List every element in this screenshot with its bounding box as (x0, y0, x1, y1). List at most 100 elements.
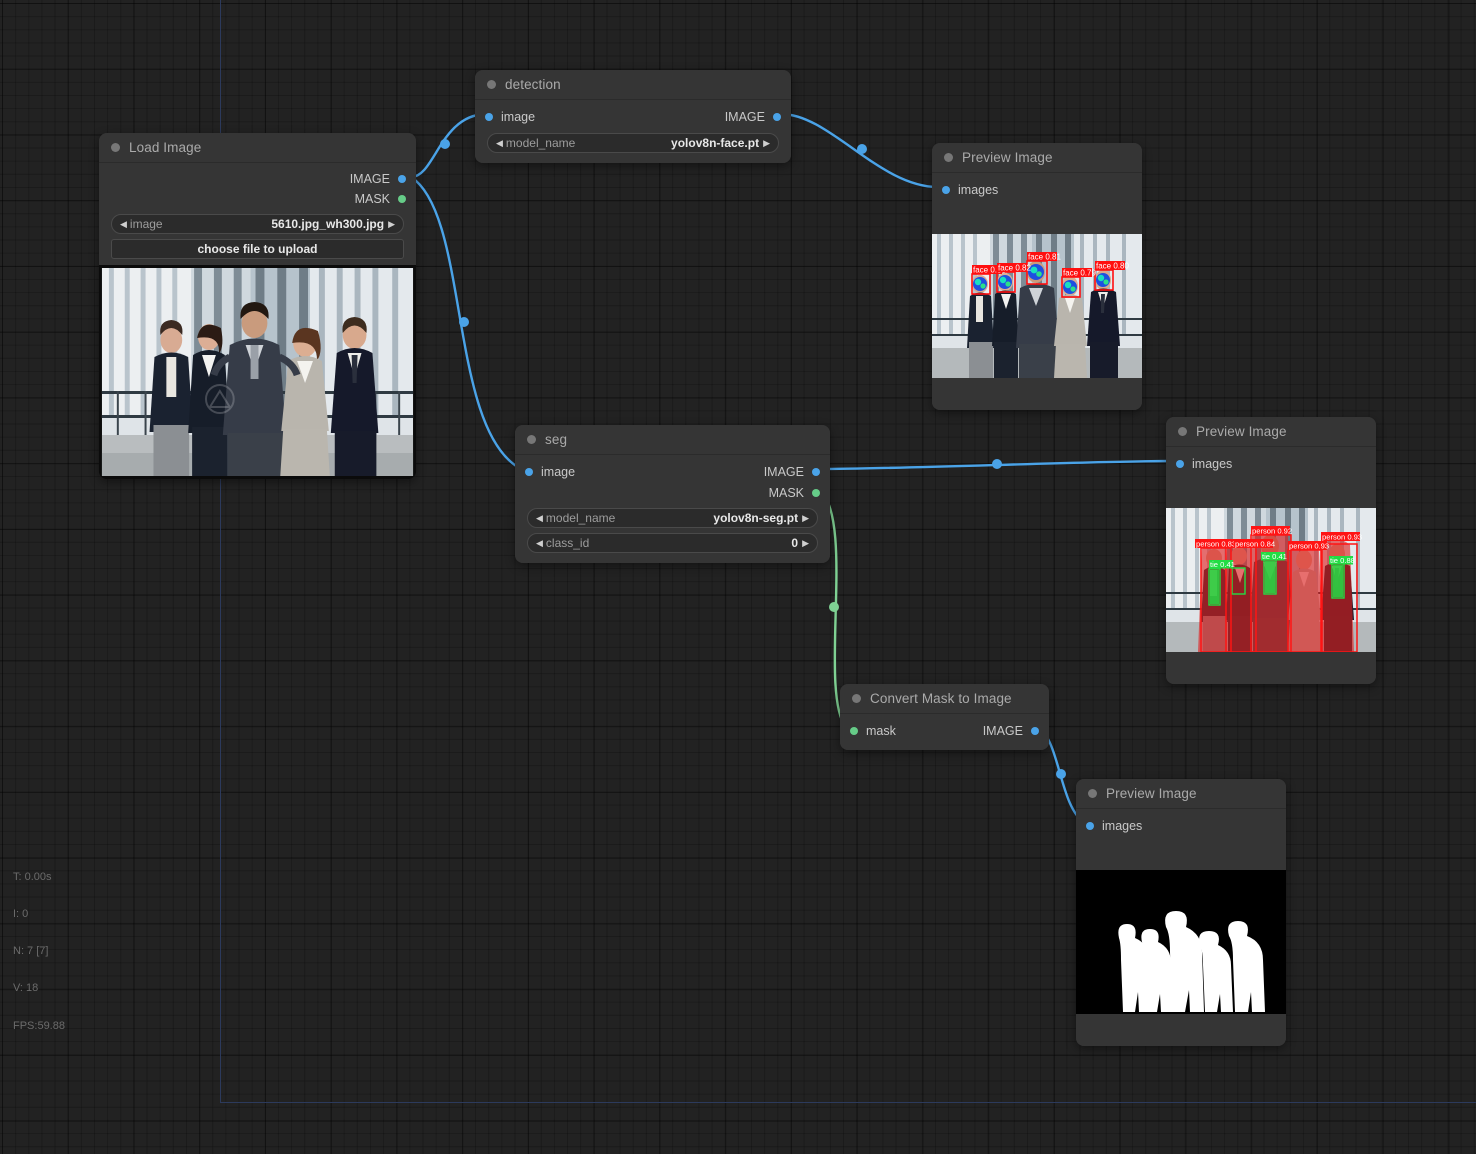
widget-name: image (129, 217, 163, 231)
node-load-image[interactable]: Load Image IMAGE MASK ◀ image 5610.jpg_w… (99, 133, 416, 479)
node-titlebar[interactable]: Convert Mask to Image (840, 684, 1049, 714)
load-image-preview (99, 265, 416, 479)
slot-label: mask (866, 724, 896, 738)
node-title-text: Convert Mask to Image (870, 691, 1012, 706)
node-preview-image-seg[interactable]: Preview Image images person 0.83 person … (1166, 417, 1376, 684)
node-titlebar[interactable]: Preview Image (1076, 779, 1286, 809)
widget-value: yolov8n-seg.pt (713, 511, 799, 525)
widget-value: 0 (791, 536, 799, 550)
slot-row-images[interactable]: images (932, 179, 1142, 201)
choose-file-button[interactable]: choose file to upload (111, 239, 404, 259)
output-slot-image[interactable]: IMAGE (99, 169, 416, 189)
chevron-right-icon[interactable]: ▶ (802, 513, 809, 523)
slot-label: images (1102, 819, 1143, 833)
port-images-in[interactable] (1176, 460, 1184, 468)
widget-name: model_name (505, 136, 576, 150)
widget-value: 5610.jpg_wh300.jpg (271, 217, 385, 231)
status-fps: FPS:59.88 (13, 1019, 65, 1032)
node-preview-image-mask[interactable]: Preview Image images (1076, 779, 1286, 1046)
chevron-left-icon[interactable]: ◀ (536, 538, 543, 548)
port-mask-in[interactable] (850, 727, 858, 735)
chevron-left-icon[interactable]: ◀ (496, 138, 503, 148)
node-title-text: detection (505, 77, 561, 92)
node-preview-image-faces[interactable]: Preview Image images face 0.83 face 0.82… (932, 143, 1142, 410)
status-nodes: N: 7 [7] (13, 945, 49, 958)
detection-label: person 0.93 (1289, 541, 1329, 550)
node-title-text: Preview Image (1106, 786, 1197, 801)
slot-row-image[interactable]: image IMAGE (475, 106, 791, 128)
slot-label: image (541, 465, 576, 479)
slot-row-images[interactable]: images (1166, 453, 1376, 475)
detection-label: face 0.81 (1028, 253, 1061, 262)
detection-label: person 0.92 (1252, 526, 1292, 535)
preview-footer (932, 378, 1142, 410)
chevron-right-icon[interactable]: ▶ (802, 538, 809, 548)
port-images-in[interactable] (942, 186, 950, 194)
widget-model-name-combo[interactable]: ◀ model_name yolov8n-face.pt ▶ (487, 133, 779, 153)
port-image-out[interactable] (773, 113, 781, 121)
port-mask-out[interactable] (398, 195, 406, 203)
collapse-dot-icon[interactable] (111, 143, 120, 152)
slot-label: images (958, 183, 999, 197)
preview-faces-image: face 0.83 face 0.82 face 0.81 face 0.79 … (932, 234, 1142, 378)
widget-model-name-combo[interactable]: ◀ model_name yolov8n-seg.pt ▶ (527, 508, 818, 528)
slot-label: IMAGE (982, 724, 1023, 738)
widget-class-id-number[interactable]: ◀ class_id 0 ▶ (527, 533, 818, 553)
node-titlebar[interactable]: Preview Image (932, 143, 1142, 173)
detection-label: face 0.82 (998, 264, 1031, 273)
node-titlebar[interactable]: Preview Image (1166, 417, 1376, 447)
collapse-dot-icon[interactable] (1178, 427, 1187, 436)
chevron-right-icon[interactable]: ▶ (388, 219, 395, 229)
preview-seg-image: person 0.83 person 0.84 person 0.92 pers… (1166, 508, 1376, 652)
slot-row-image[interactable]: image IMAGE (515, 461, 830, 483)
port-image-in[interactable] (485, 113, 493, 121)
port-image-in[interactable] (525, 468, 533, 476)
chevron-left-icon[interactable]: ◀ (536, 513, 543, 523)
detection-label: face 0.80 (1096, 262, 1129, 271)
preview-footer (1076, 1014, 1286, 1046)
output-slot-mask[interactable]: MASK (99, 189, 416, 209)
collapse-dot-icon[interactable] (487, 80, 496, 89)
detection-label: face 0.79 (1063, 269, 1096, 278)
port-images-in[interactable] (1086, 822, 1094, 830)
widget-value: yolov8n-face.pt (671, 136, 760, 150)
status-iterations: I: 0 (13, 908, 29, 921)
port-mask-out[interactable] (812, 489, 820, 497)
status-vertices: V: 18 (13, 982, 39, 995)
status-time: T: 0.00s (13, 870, 52, 883)
node-title-text: Preview Image (1196, 424, 1287, 439)
preview-footer (1166, 652, 1376, 684)
slot-label: IMAGE (349, 172, 390, 186)
port-image-out[interactable] (812, 468, 820, 476)
node-convert-mask-to-image[interactable]: Convert Mask to Image mask IMAGE (840, 684, 1049, 750)
collapse-dot-icon[interactable] (527, 435, 536, 444)
chevron-left-icon[interactable]: ◀ (120, 219, 127, 229)
slot-row-images[interactable]: images (1076, 815, 1286, 837)
port-image-out[interactable] (398, 175, 406, 183)
node-seg[interactable]: seg image IMAGE MASK ◀ model_name yolov8… (515, 425, 830, 563)
slot-row-mask[interactable]: mask IMAGE (840, 720, 1049, 742)
node-titlebar[interactable]: Load Image (99, 133, 416, 163)
slot-row-mask[interactable]: MASK (515, 483, 830, 503)
slot-label: images (1192, 457, 1233, 471)
collapse-dot-icon[interactable] (944, 153, 953, 162)
collapse-dot-icon[interactable] (852, 694, 861, 703)
node-detection[interactable]: detection image IMAGE ◀ model_name yolov… (475, 70, 791, 163)
node-title-text: Preview Image (962, 150, 1053, 165)
chevron-right-icon[interactable]: ▶ (763, 138, 770, 148)
graph-status-readout: T: 0.00s I: 0 N: 7 [7] V: 18 FPS:59.88 (13, 846, 65, 1044)
widget-image-combo[interactable]: ◀ image 5610.jpg_wh300.jpg ▶ (111, 214, 404, 234)
node-titlebar[interactable]: seg (515, 425, 830, 455)
slot-label: IMAGE (724, 110, 765, 124)
slot-label: MASK (354, 192, 390, 206)
node-titlebar[interactable]: detection (475, 70, 791, 100)
slot-label: image (501, 110, 536, 124)
detection-label: tie 0.88 (1330, 556, 1355, 565)
detection-label: person 0.83 (1196, 539, 1236, 548)
node-title-text: Load Image (129, 140, 202, 155)
detection-label: person 0.93 (1322, 532, 1362, 541)
port-image-out[interactable] (1031, 727, 1039, 735)
slot-label: MASK (768, 486, 804, 500)
collapse-dot-icon[interactable] (1088, 789, 1097, 798)
slot-label: IMAGE (763, 465, 804, 479)
